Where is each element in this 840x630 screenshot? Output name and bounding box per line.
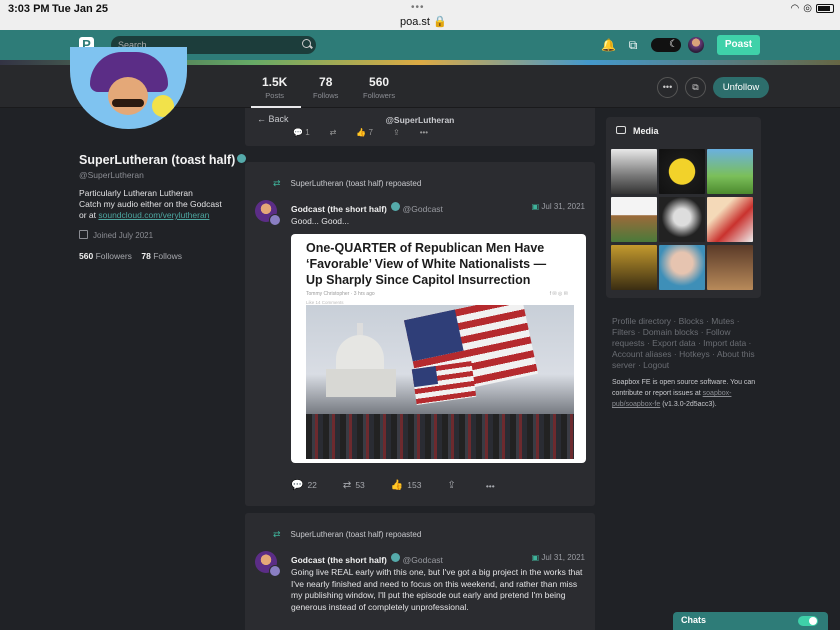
card-share-icons: f ✉ ◎ ✉ [549, 291, 568, 297]
stat-followers[interactable]: 560 Followers [363, 75, 395, 100]
author-name[interactable]: Godcast (the short half) @Godcast [291, 553, 443, 565]
post-date[interactable]: ▣ Jul 31, 2021 [532, 553, 585, 562]
soapbox-notice: Soapbox FE is open source software. You … [612, 379, 756, 408]
repost-icon: ⇄ [273, 178, 281, 188]
clock: 3:03 PM [8, 3, 50, 15]
card-title: One-QUARTER of Republican Men Have ‘Favo… [306, 241, 547, 287]
author-name[interactable]: Godcast (the short half) @Godcast [291, 202, 443, 214]
wifi-icon: ◠ [790, 3, 800, 14]
battery-icon [816, 4, 834, 13]
profile-avatar[interactable] [70, 47, 187, 129]
share-icon: ⇪ [447, 480, 456, 491]
poast-logo-icon: ▣ [531, 202, 540, 211]
media-thumb[interactable] [707, 245, 753, 290]
bio-link[interactable]: soundcloud.com/verylutheran [98, 210, 209, 220]
poast-logo-icon: ▣ [531, 553, 540, 562]
repost-button[interactable]: ⇄ [330, 128, 337, 137]
bell-icon[interactable]: 🔔 [601, 38, 616, 52]
more-options-button[interactable]: ••• [657, 77, 678, 98]
repost-icon: ⇄ [273, 529, 281, 539]
calendar-icon [79, 230, 88, 239]
profile-handle: @SuperLutheran [79, 170, 144, 180]
link-preview-card[interactable]: One-QUARTER of Republican Men Have ‘Favo… [291, 234, 586, 463]
post-actions: 💬 22 ⇄ 53 👍 153 ⇪ ••• [291, 480, 495, 491]
lock-rotation-icon: ◎ [803, 3, 812, 14]
moon-icon: ☾ [669, 39, 678, 50]
messages-icon[interactable]: ⧉ [626, 38, 640, 52]
unfollow-button[interactable]: Unfollow [713, 77, 769, 98]
more-button[interactable]: ••• [486, 481, 495, 491]
theme-toggle[interactable]: ☾ [651, 38, 681, 52]
share-button[interactable]: ⇪ [447, 480, 459, 491]
repost-indicator: ⇄ SuperLutheran (toast half) repoasted [273, 529, 422, 539]
reply-button[interactable]: 💬 22 [291, 480, 317, 491]
reply-icon: 💬 [291, 480, 304, 491]
poast-button[interactable]: Poast [717, 35, 760, 55]
media-thumb[interactable] [707, 149, 753, 194]
post-content: Good... Good... [291, 216, 350, 226]
chats-label: Chats [681, 615, 707, 625]
card-byline: Tommy Christopher · 3 hrs ago [306, 291, 375, 297]
profile-display-name: SuperLutheran (toast half) [79, 153, 247, 167]
column-title: @SuperLutheran [385, 115, 455, 125]
footer-links[interactable]: Profile directory · Blocks · Mutes · Fil… [612, 316, 760, 371]
like-icon: 👍 [390, 480, 404, 491]
reply-button[interactable]: 💬 1 [293, 128, 310, 137]
media-thumb[interactable] [611, 245, 657, 290]
chat-button[interactable]: ⧉ [685, 77, 706, 98]
account-avatar[interactable] [688, 37, 704, 53]
reposter-avatar [269, 565, 281, 577]
verified-icon [237, 154, 247, 163]
like-button[interactable]: 👍 7 [356, 128, 373, 137]
stat-posts[interactable]: 1.5K Posts [262, 75, 287, 100]
previous-post-actions: 💬 1 ⇄ 👍 7 ⇪ ••• [245, 128, 595, 146]
media-thumb[interactable] [707, 197, 753, 242]
repost-icon: ⇄ [342, 480, 352, 491]
verified-icon [391, 202, 401, 211]
post-date[interactable]: ▣ Jul 31, 2021 [532, 202, 585, 211]
status-card[interactable]: ⇄ SuperLutheran (toast half) repoasted Go… [245, 513, 595, 630]
repost-indicator: ⇄ SuperLutheran (toast half) repoasted [273, 178, 422, 188]
multitask-dots[interactable]: ••• [411, 2, 425, 13]
ios-status-bar: 3:03 PM Tue Jan 25 ••• poa.st 🔒 ◠ ◎ [0, 0, 840, 30]
repost-button[interactable]: ⇄ 53 [343, 480, 365, 491]
reposter-avatar [269, 214, 281, 226]
status-card[interactable]: ⇄ SuperLutheran (toast half) repoasted Go… [245, 162, 595, 506]
camera-icon [616, 126, 626, 134]
media-thumb[interactable] [611, 149, 657, 194]
more-button[interactable]: ••• [420, 128, 428, 137]
media-thumb[interactable] [659, 245, 705, 290]
joined-date: Joined July 2021 [79, 230, 153, 240]
chats-panel[interactable]: Chats [673, 612, 828, 630]
post-content: Going live REAL early with this one, but… [291, 567, 583, 612]
date: Tue Jan 25 [52, 3, 109, 15]
search-icon [302, 39, 311, 48]
profile-bio: Particularly Lutheran Lutheran Catch my … [79, 188, 222, 220]
card-image [306, 305, 574, 459]
stat-follows[interactable]: 78 Follows [313, 75, 338, 100]
share-button[interactable]: ⇪ [393, 128, 400, 137]
media-thumb[interactable] [611, 197, 657, 242]
followers-link[interactable]: 560 Followers [79, 251, 132, 261]
media-thumb[interactable] [659, 149, 705, 194]
verified-icon [391, 553, 401, 562]
follow-counts: 560 Followers 78 Follows [79, 251, 182, 261]
follows-link[interactable]: 78 Follows [141, 251, 182, 261]
chats-toggle[interactable] [798, 616, 818, 626]
url-bar[interactable]: poa.st 🔒 [400, 15, 447, 28]
media-title: Media [633, 126, 659, 136]
like-button[interactable]: 👍 153 [391, 480, 422, 491]
system-icons: ◠ ◎ [791, 3, 834, 14]
media-panel: Media [606, 117, 761, 298]
media-thumb[interactable] [659, 197, 705, 242]
